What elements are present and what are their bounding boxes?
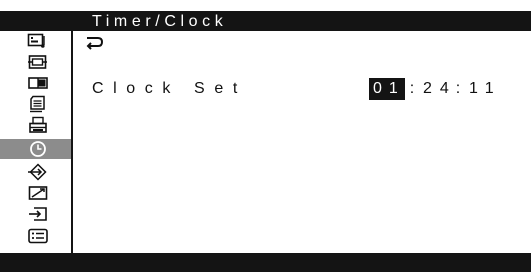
sidebar-item-picture-sound[interactable] (0, 31, 71, 51)
memory-card-icon (30, 95, 45, 113)
sidebar (0, 31, 73, 253)
sidebar-item-pip[interactable] (0, 73, 71, 93)
picture-sound-icon (27, 33, 45, 48)
time-separator: : (409, 80, 415, 97)
sidebar-item-menu-list[interactable] (0, 226, 71, 246)
seconds-field[interactable]: 11 (465, 78, 497, 100)
pip-icon (28, 77, 48, 89)
clock-icon (30, 141, 46, 157)
clock-set-label: Clock Set (92, 80, 247, 97)
sidebar-item-picture-adjust[interactable] (0, 183, 71, 203)
input-icon (29, 207, 47, 221)
sidebar-item-memory-card[interactable] (0, 94, 71, 114)
sidebar-item-multi-device[interactable] (0, 115, 71, 135)
multi-device-icon (29, 116, 47, 133)
osd-menu: Timer/Clock Clock Set 01: 24: 11 (0, 0, 531, 272)
network-icon (28, 163, 47, 181)
menu-title: Timer/Clock (92, 13, 228, 30)
return-arrow-icon[interactable] (83, 34, 105, 50)
picture-adjust-icon (28, 186, 48, 200)
sidebar-item-clock[interactable] (0, 139, 71, 159)
bottom-bar (0, 253, 531, 272)
clock-set-value[interactable]: 01:24: 11 (369, 78, 497, 100)
sidebar-item-input[interactable] (0, 204, 71, 224)
minutes-field[interactable]: 24 (419, 78, 451, 100)
hours-field[interactable]: 01 (369, 78, 405, 100)
title-bar (0, 11, 531, 31)
sidebar-item-screen[interactable] (0, 52, 71, 72)
menu-list-icon (28, 228, 48, 244)
screen-icon (28, 55, 47, 69)
time-separator: : (455, 80, 461, 97)
sidebar-item-network[interactable] (0, 162, 71, 182)
